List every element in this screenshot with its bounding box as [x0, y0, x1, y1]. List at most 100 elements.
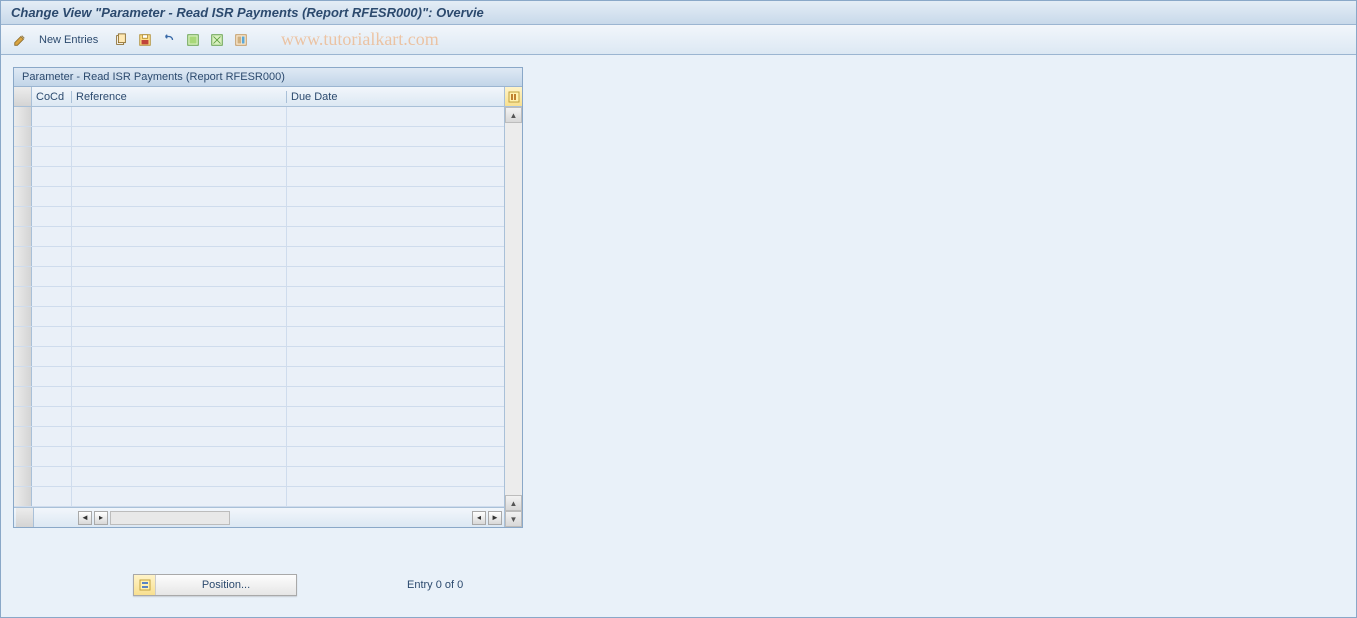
- cell-reference[interactable]: [72, 407, 287, 426]
- table-row[interactable]: [14, 367, 504, 387]
- row-selector[interactable]: [14, 107, 32, 126]
- table-row[interactable]: [14, 107, 504, 127]
- table-row[interactable]: [14, 247, 504, 267]
- cell-cocd[interactable]: [32, 347, 72, 366]
- table-row[interactable]: [14, 147, 504, 167]
- hscroll-right-end-icon[interactable]: ►: [488, 511, 502, 525]
- cell-cocd[interactable]: [32, 187, 72, 206]
- table-row[interactable]: [14, 187, 504, 207]
- cell-due-date[interactable]: [287, 207, 504, 226]
- cell-cocd[interactable]: [32, 167, 72, 186]
- row-selector[interactable]: [14, 347, 32, 366]
- cell-due-date[interactable]: [287, 147, 504, 166]
- cell-due-date[interactable]: [287, 267, 504, 286]
- cell-cocd[interactable]: [32, 447, 72, 466]
- cell-reference[interactable]: [72, 487, 287, 506]
- select-all-icon[interactable]: [184, 31, 202, 49]
- vscroll-down-icon[interactable]: ▼: [505, 511, 522, 527]
- row-selector[interactable]: [14, 207, 32, 226]
- row-selector[interactable]: [14, 287, 32, 306]
- cell-reference[interactable]: [72, 227, 287, 246]
- cell-due-date[interactable]: [287, 427, 504, 446]
- row-selector[interactable]: [14, 327, 32, 346]
- row-selector[interactable]: [14, 467, 32, 486]
- cell-reference[interactable]: [72, 167, 287, 186]
- undo-icon[interactable]: [160, 31, 178, 49]
- cell-reference[interactable]: [72, 347, 287, 366]
- cell-cocd[interactable]: [32, 387, 72, 406]
- row-selector[interactable]: [14, 487, 32, 506]
- cell-reference[interactable]: [72, 367, 287, 386]
- cell-due-date[interactable]: [287, 107, 504, 126]
- cell-cocd[interactable]: [32, 207, 72, 226]
- row-selector[interactable]: [14, 267, 32, 286]
- cell-reference[interactable]: [72, 187, 287, 206]
- row-selector[interactable]: [14, 147, 32, 166]
- table-row[interactable]: [14, 347, 504, 367]
- delete-icon[interactable]: [232, 31, 250, 49]
- vscroll-track[interactable]: [505, 123, 522, 495]
- cell-reference[interactable]: [72, 387, 287, 406]
- row-selector[interactable]: [14, 127, 32, 146]
- cell-cocd[interactable]: [32, 307, 72, 326]
- cell-due-date[interactable]: [287, 387, 504, 406]
- cell-due-date[interactable]: [287, 127, 504, 146]
- cell-cocd[interactable]: [32, 147, 72, 166]
- cell-reference[interactable]: [72, 147, 287, 166]
- column-header-cocd[interactable]: CoCd: [32, 91, 72, 103]
- table-row[interactable]: [14, 427, 504, 447]
- table-row[interactable]: [14, 227, 504, 247]
- cell-reference[interactable]: [72, 447, 287, 466]
- table-row[interactable]: [14, 387, 504, 407]
- cell-cocd[interactable]: [32, 427, 72, 446]
- row-selector[interactable]: [14, 307, 32, 326]
- cell-reference[interactable]: [72, 427, 287, 446]
- cell-due-date[interactable]: [287, 227, 504, 246]
- new-entries-button[interactable]: New Entries: [39, 34, 98, 46]
- cell-due-date[interactable]: [287, 487, 504, 506]
- cell-due-date[interactable]: [287, 307, 504, 326]
- cell-reference[interactable]: [72, 287, 287, 306]
- cell-reference[interactable]: [72, 127, 287, 146]
- cell-reference[interactable]: [72, 267, 287, 286]
- cell-reference[interactable]: [72, 467, 287, 486]
- table-row[interactable]: [14, 447, 504, 467]
- pencil-icon[interactable]: [11, 31, 29, 49]
- vscroll-pageup-icon[interactable]: ▲: [505, 495, 522, 511]
- position-button[interactable]: Position...: [133, 574, 297, 596]
- cell-due-date[interactable]: [287, 327, 504, 346]
- table-row[interactable]: [14, 327, 504, 347]
- table-row[interactable]: [14, 307, 504, 327]
- cell-due-date[interactable]: [287, 167, 504, 186]
- hscroll-track[interactable]: [110, 511, 230, 525]
- save-icon[interactable]: [136, 31, 154, 49]
- cell-cocd[interactable]: [32, 467, 72, 486]
- cell-due-date[interactable]: [287, 367, 504, 386]
- cell-due-date[interactable]: [287, 247, 504, 266]
- cell-reference[interactable]: [72, 307, 287, 326]
- hscroll-left-icon[interactable]: ▸: [94, 511, 108, 525]
- cell-due-date[interactable]: [287, 447, 504, 466]
- table-row[interactable]: [14, 267, 504, 287]
- cell-due-date[interactable]: [287, 187, 504, 206]
- copy-icon[interactable]: [112, 31, 130, 49]
- row-selector[interactable]: [14, 407, 32, 426]
- row-selector[interactable]: [14, 227, 32, 246]
- row-selector[interactable]: [14, 427, 32, 446]
- row-selector-header[interactable]: [14, 87, 32, 106]
- cell-cocd[interactable]: [32, 107, 72, 126]
- row-selector[interactable]: [14, 187, 32, 206]
- cell-cocd[interactable]: [32, 267, 72, 286]
- cell-cocd[interactable]: [32, 127, 72, 146]
- cell-reference[interactable]: [72, 327, 287, 346]
- cell-cocd[interactable]: [32, 327, 72, 346]
- cell-reference[interactable]: [72, 207, 287, 226]
- table-row[interactable]: [14, 287, 504, 307]
- configure-columns-icon[interactable]: [505, 87, 522, 107]
- cell-cocd[interactable]: [32, 407, 72, 426]
- hscroll-right-icon[interactable]: ◂: [472, 511, 486, 525]
- cell-due-date[interactable]: [287, 407, 504, 426]
- row-selector[interactable]: [14, 247, 32, 266]
- table-row[interactable]: [14, 487, 504, 507]
- cell-due-date[interactable]: [287, 287, 504, 306]
